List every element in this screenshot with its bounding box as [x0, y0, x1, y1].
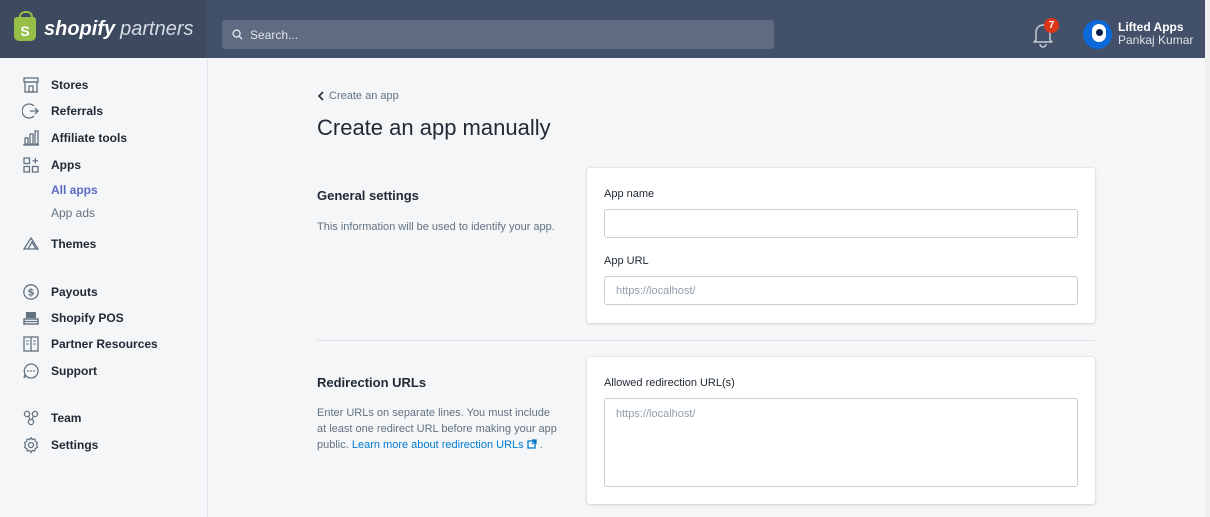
dollar-icon: $: [23, 284, 39, 300]
app-name-input[interactable]: [604, 209, 1078, 238]
chevron-left-icon: [317, 91, 324, 101]
chat-icon: [23, 363, 39, 379]
sidebar-item-label: Stores: [51, 78, 89, 92]
sidebar-item-label: Referrals: [51, 104, 104, 118]
sidebar-item-support[interactable]: Support: [0, 359, 207, 383]
sidebar-item-stores[interactable]: Stores: [0, 73, 207, 97]
brand-wordmark: shopify: [44, 17, 116, 40]
account-menu[interactable]: Lifted Apps Pankaj Kumar: [1118, 21, 1193, 47]
themes-icon: [22, 236, 40, 250]
book-icon: [23, 336, 39, 352]
store-icon: [23, 77, 39, 93]
sidebar-item-label: Partner Resources: [51, 337, 158, 351]
redirection-urls-description: Enter URLs on separate lines. You must i…: [317, 405, 557, 453]
app-url-input[interactable]: [604, 276, 1078, 305]
brand-logo[interactable]: S shopify partners: [0, 0, 207, 58]
learn-more-link-text: Learn more about redirection URLs: [351, 439, 524, 451]
redirection-urls-card: Allowed redirection URL(s): [587, 357, 1095, 504]
sidebar-subitem-app-ads[interactable]: App ads: [51, 206, 95, 220]
shopify-bag-icon: S: [14, 11, 36, 41]
search-bar[interactable]: Search...: [222, 20, 774, 49]
team-icon: [23, 410, 39, 426]
sidebar-item-label: Affiliate tools: [51, 131, 128, 145]
sidebar-item-settings[interactable]: Settings: [0, 433, 207, 457]
sidebar-item-label: Apps: [51, 158, 81, 172]
sidebar-item-label: Payouts: [51, 285, 98, 299]
breadcrumb-link[interactable]: Create an app: [329, 90, 399, 102]
sidebar-item-partner-resources[interactable]: Partner Resources: [0, 332, 207, 356]
search-icon: [232, 29, 243, 40]
sidebar-item-affiliate-tools[interactable]: Affiliate tools: [0, 126, 207, 150]
external-link-icon: [527, 439, 537, 449]
app-name-label: App name: [604, 188, 655, 200]
sidebar-item-themes[interactable]: Themes: [0, 232, 207, 256]
page-title: Create an app manually: [317, 115, 551, 140]
redirection-description-trail: .: [539, 439, 543, 451]
sidebar-item-shopify-pos[interactable]: Shopify POS: [0, 306, 207, 330]
redirection-urls-title: Redirection URLs: [317, 375, 427, 390]
search-placeholder: Search...: [250, 27, 299, 42]
allowed-redirection-textarea[interactable]: [604, 398, 1078, 487]
general-settings-card: App name App URL: [587, 168, 1095, 323]
sidebar-item-payouts[interactable]: $ Payouts: [0, 280, 207, 304]
referral-icon: [22, 103, 39, 119]
learn-more-link[interactable]: Learn more about redirection URLs: [352, 439, 537, 451]
brand-subtitle: partners: [120, 17, 194, 40]
breadcrumb[interactable]: Create an app: [317, 90, 399, 102]
svg-text:$: $: [28, 288, 35, 299]
sidebar-item-referrals[interactable]: Referrals: [0, 99, 207, 123]
notification-badge: 7: [1044, 18, 1059, 33]
sidebar-item-label: Themes: [51, 237, 97, 251]
sidebar-item-label: Settings: [51, 438, 99, 452]
chart-icon: [23, 130, 39, 146]
general-settings-title: General settings: [317, 188, 419, 203]
apps-icon: [23, 157, 39, 173]
sidebar-item-label: Shopify POS: [51, 311, 124, 325]
scrollbar[interactable]: [1205, 0, 1210, 517]
app-url-label: App URL: [604, 255, 649, 267]
avatar[interactable]: [1083, 20, 1112, 49]
section-divider: [317, 340, 1095, 341]
sidebar-item-label: Support: [51, 364, 97, 378]
pos-icon: [23, 312, 39, 325]
sidebar-item-label: Team: [51, 411, 82, 425]
gear-icon: [23, 436, 39, 454]
sidebar-item-team[interactable]: Team: [0, 406, 207, 430]
sidebar-item-apps[interactable]: Apps: [0, 153, 207, 177]
general-settings-description: This information will be used to identif…: [317, 221, 555, 233]
account-user: Pankaj Kumar: [1118, 33, 1194, 47]
allowed-redirection-label: Allowed redirection URL(s): [604, 377, 735, 389]
sidebar-subitem-all-apps[interactable]: All apps: [51, 183, 98, 197]
